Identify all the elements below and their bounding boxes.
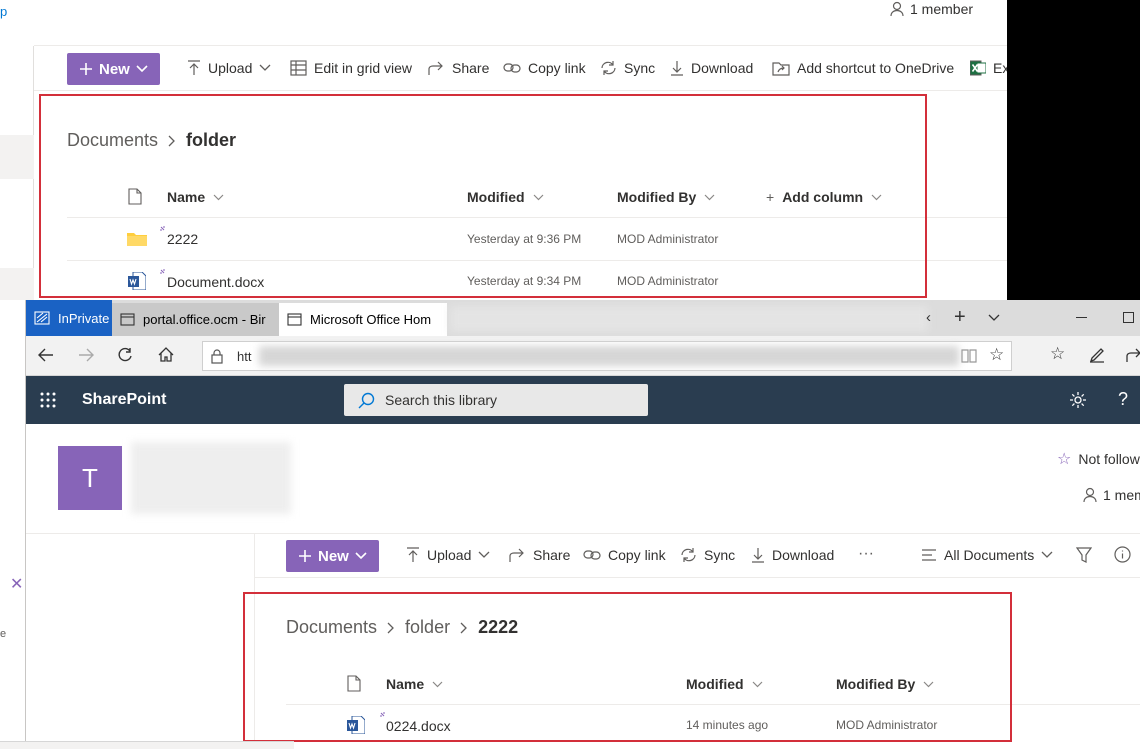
obscured-site-title bbox=[131, 442, 291, 514]
tab-scroll-left-icon[interactable]: ‹ bbox=[926, 309, 931, 326]
info-icon[interactable] bbox=[1114, 546, 1131, 563]
share-button[interactable]: Share bbox=[509, 547, 570, 563]
search-icon bbox=[358, 392, 375, 409]
tab-portal[interactable]: portal.office.ocm - Bir bbox=[112, 303, 279, 336]
black-region bbox=[1007, 0, 1140, 300]
download-icon bbox=[670, 60, 684, 76]
highlight-box bbox=[243, 592, 1012, 742]
forward-arrow-icon[interactable] bbox=[78, 348, 94, 362]
lock-icon bbox=[211, 349, 223, 364]
reading-view-icon[interactable] bbox=[961, 349, 977, 363]
site-logo[interactable]: T bbox=[58, 446, 122, 510]
chevron-down-icon bbox=[136, 65, 148, 73]
home-icon[interactable] bbox=[158, 347, 174, 362]
page-icon bbox=[120, 313, 135, 326]
sync-button[interactable]: Sync bbox=[680, 547, 735, 563]
person-icon bbox=[890, 1, 904, 17]
bottom-strip bbox=[0, 741, 294, 749]
browser-window: InPrivate portal.office.ocm - Bir Micros… bbox=[25, 300, 1140, 749]
site-header-divider bbox=[26, 533, 1140, 534]
new-button[interactable]: New bbox=[67, 53, 160, 85]
address-bar[interactable]: htt ☆ bbox=[202, 341, 1012, 371]
members-indicator[interactable]: 1 member bbox=[890, 1, 973, 17]
copy-link-button[interactable]: Copy link bbox=[503, 60, 586, 76]
link-icon bbox=[583, 548, 601, 562]
favorites-list-icon[interactable]: ☆ bbox=[1050, 344, 1065, 364]
address-text: htt bbox=[237, 349, 252, 364]
tab-bar: InPrivate portal.office.ocm - Bir Micros… bbox=[26, 300, 1140, 336]
app-launcher-icon[interactable] bbox=[40, 392, 56, 408]
share-page-icon[interactable] bbox=[1126, 347, 1140, 363]
obscured-tabs bbox=[450, 306, 928, 332]
tab-office-home[interactable]: Microsoft Office Hom bbox=[279, 303, 447, 336]
left-nav-item[interactable] bbox=[0, 268, 34, 300]
header-divider bbox=[34, 45, 1007, 46]
back-link-fragment[interactable]: p bbox=[0, 4, 7, 19]
inprivate-badge[interactable]: InPrivate bbox=[26, 300, 112, 336]
page-icon bbox=[287, 313, 302, 326]
inprivate-icon bbox=[34, 311, 50, 325]
edit-grid-view-button[interactable]: Edit in grid view bbox=[290, 60, 412, 76]
refresh-icon[interactable] bbox=[117, 347, 133, 363]
more-options-button[interactable]: ··· bbox=[858, 545, 874, 563]
add-shortcut-button[interactable]: Add shortcut to OneDrive bbox=[772, 60, 954, 76]
tab-list-chevron-icon[interactable] bbox=[988, 314, 1000, 322]
chevron-down-icon bbox=[1041, 551, 1053, 559]
members-indicator[interactable]: 1 mem bbox=[1083, 487, 1140, 503]
minimize-icon[interactable] bbox=[1076, 317, 1087, 318]
address-toolbar: htt ☆ ☆ bbox=[26, 336, 1140, 376]
chevron-down-icon bbox=[355, 552, 367, 560]
plus-icon bbox=[298, 549, 312, 563]
top-sharepoint-window: p 1 member New Upload Edit in grid view bbox=[0, 0, 1007, 300]
favorite-star-icon[interactable]: ☆ bbox=[989, 345, 1004, 365]
upload-button[interactable]: Upload bbox=[187, 60, 271, 76]
commandbar-divider bbox=[34, 90, 1007, 91]
help-icon[interactable]: ? bbox=[1118, 389, 1128, 410]
share-icon bbox=[428, 61, 445, 76]
settings-gear-icon[interactable] bbox=[1069, 391, 1087, 409]
close-icon[interactable]: ✕ bbox=[10, 574, 23, 594]
app-name[interactable]: SharePoint bbox=[82, 391, 166, 409]
plus-icon bbox=[79, 62, 93, 76]
star-icon: ☆ bbox=[1057, 451, 1072, 468]
copy-link-button[interactable]: Copy link bbox=[583, 547, 666, 563]
share-button[interactable]: Share bbox=[428, 60, 489, 76]
grid-icon bbox=[290, 60, 307, 76]
view-selector[interactable]: All Documents bbox=[921, 547, 1053, 563]
export-excel-button[interactable]: Ex bbox=[970, 60, 1007, 76]
sync-icon bbox=[600, 60, 617, 76]
pen-icon[interactable] bbox=[1089, 347, 1105, 363]
excel-icon bbox=[970, 60, 986, 76]
shortcut-icon bbox=[772, 60, 790, 76]
sharepoint-header: SharePoint Search this library ? bbox=[26, 376, 1140, 424]
list-view-icon bbox=[921, 549, 937, 561]
new-button[interactable]: New bbox=[286, 540, 379, 572]
back-arrow-icon[interactable] bbox=[38, 348, 54, 362]
upload-icon bbox=[406, 547, 420, 563]
download-button[interactable]: Download bbox=[670, 60, 753, 76]
strip-letter: e bbox=[0, 628, 7, 640]
person-icon bbox=[1083, 487, 1097, 503]
follow-button[interactable]: ☆ Not follow bbox=[1057, 449, 1140, 469]
maximize-icon[interactable] bbox=[1123, 312, 1134, 323]
sync-icon bbox=[680, 547, 697, 563]
download-button[interactable]: Download bbox=[751, 547, 834, 563]
left-nav-item-selected[interactable] bbox=[0, 135, 34, 179]
sync-button[interactable]: Sync bbox=[600, 60, 655, 76]
highlight-box bbox=[39, 94, 927, 298]
new-tab-icon[interactable]: + bbox=[954, 306, 966, 329]
search-input[interactable]: Search this library bbox=[344, 384, 648, 416]
chevron-down-icon bbox=[259, 64, 271, 72]
link-icon bbox=[503, 61, 521, 75]
share-icon bbox=[509, 548, 526, 563]
download-icon bbox=[751, 547, 765, 563]
filter-icon[interactable] bbox=[1076, 547, 1092, 563]
obscured-url bbox=[259, 346, 959, 366]
background-window-strip: ✕ e bbox=[0, 300, 25, 749]
upload-icon bbox=[187, 60, 201, 76]
upload-button[interactable]: Upload bbox=[406, 547, 490, 563]
commandbar-divider bbox=[254, 577, 1140, 578]
chevron-down-icon bbox=[478, 551, 490, 559]
